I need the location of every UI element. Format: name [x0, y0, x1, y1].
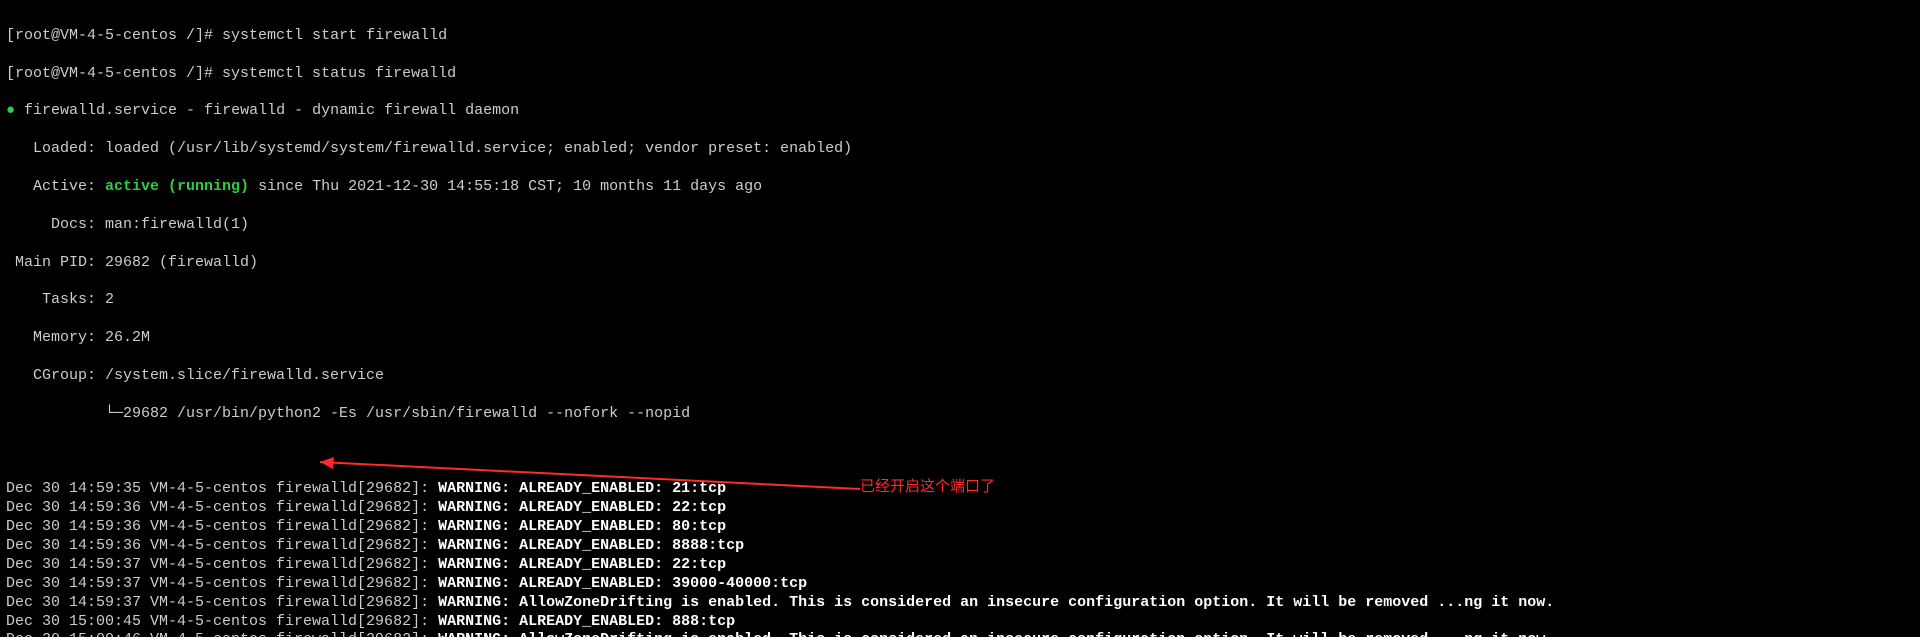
log-line: Dec 30 14:59:37 VM-4-5-centos firewalld[…: [6, 575, 1914, 594]
status-loaded: Loaded: loaded (/usr/lib/systemd/system/…: [6, 140, 1914, 159]
status-docs: Docs: man:firewalld(1): [6, 216, 1914, 235]
annotation-note: 已经开启这个端口了: [860, 478, 995, 497]
log-block: Dec 30 14:59:35 VM-4-5-centos firewalld[…: [6, 480, 1914, 637]
status-cgroup: CGroup: /system.slice/firewalld.service: [6, 367, 1914, 386]
log-line: Dec 30 14:59:36 VM-4-5-centos firewalld[…: [6, 537, 1914, 556]
status-active: Active: active (running) since Thu 2021-…: [6, 178, 1914, 197]
log-line: Dec 30 14:59:36 VM-4-5-centos firewalld[…: [6, 518, 1914, 537]
log-line: Dec 30 15:00:46 VM-4-5-centos firewalld[…: [6, 631, 1914, 637]
log-line: Dec 30 14:59:37 VM-4-5-centos firewalld[…: [6, 594, 1914, 613]
log-line: Dec 30 14:59:36 VM-4-5-centos firewalld[…: [6, 499, 1914, 518]
status-tasks: Tasks: 2: [6, 291, 1914, 310]
status-pid: Main PID: 29682 (firewalld): [6, 254, 1914, 273]
log-line: Dec 30 14:59:37 VM-4-5-centos firewalld[…: [6, 556, 1914, 575]
cmd-line-2: [root@VM-4-5-centos /]# systemctl status…: [6, 65, 1914, 84]
status-title: ● firewalld.service - firewalld - dynami…: [6, 102, 1914, 121]
log-line: Dec 30 15:00:45 VM-4-5-centos firewalld[…: [6, 613, 1914, 632]
cmd-line-1: [root@VM-4-5-centos /]# systemctl start …: [6, 27, 1914, 46]
status-cgroup-tree: └─29682 /usr/bin/python2 -Es /usr/sbin/f…: [6, 405, 1914, 424]
terminal[interactable]: [root@VM-4-5-centos /]# systemctl start …: [0, 0, 1920, 637]
blank-line: [6, 442, 1914, 461]
status-memory: Memory: 26.2M: [6, 329, 1914, 348]
